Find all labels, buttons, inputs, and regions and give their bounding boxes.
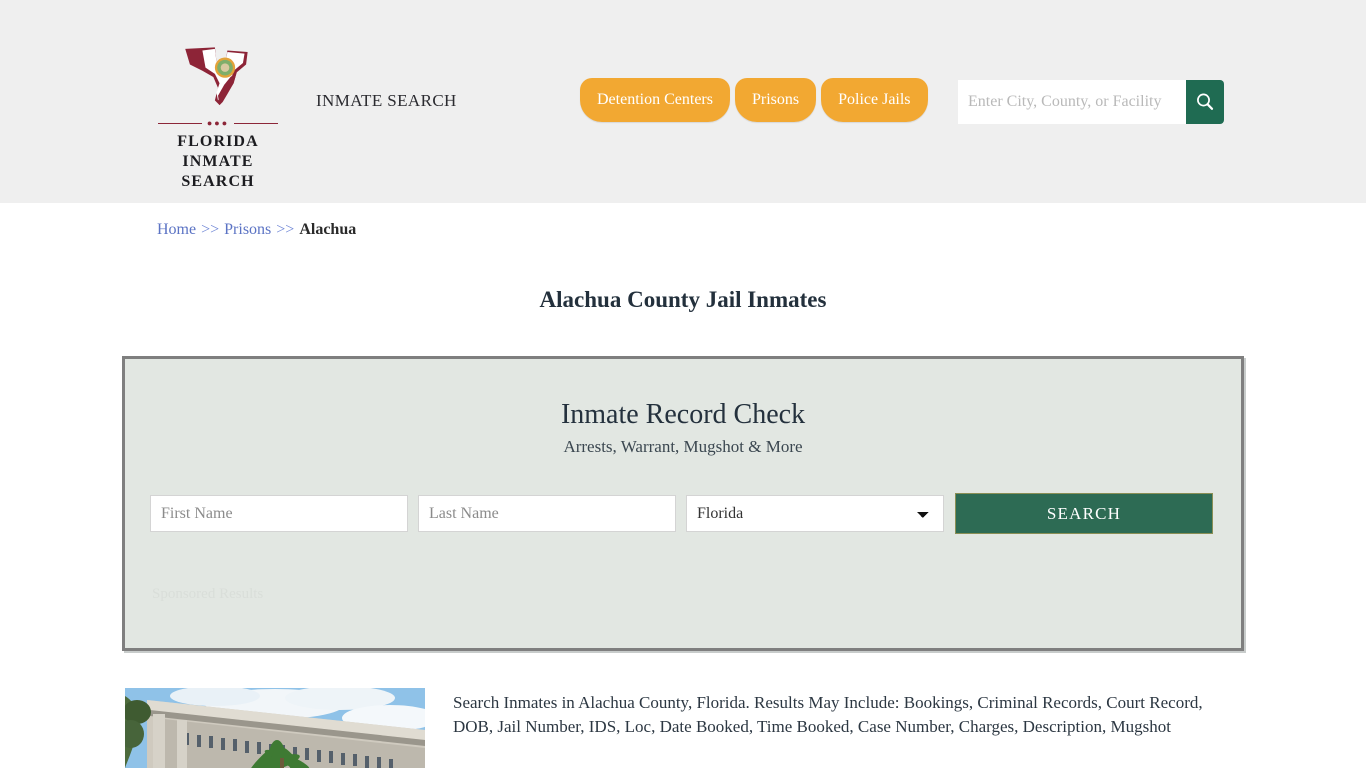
state-select[interactable]: Florida bbox=[686, 495, 944, 532]
header-tagline: INMATE SEARCH bbox=[316, 91, 457, 110]
site-logo[interactable]: ●●● FLORIDA INMATE SEARCH bbox=[148, 38, 288, 192]
florida-state-map-icon bbox=[185, 47, 248, 106]
page-title: Alachua County Jail Inmates bbox=[539, 287, 827, 313]
breadcrumb: Home >> Prisons >> Alachua bbox=[157, 221, 356, 239]
inmate-record-check-panel: Inmate Record Check Arrests, Warrant, Mu… bbox=[122, 356, 1244, 651]
logo-divider: ●●● bbox=[158, 118, 278, 128]
jail-photo bbox=[125, 688, 425, 768]
breadcrumb-separator-1: >> bbox=[201, 221, 220, 238]
sponsored-results-label: Sponsored Results bbox=[152, 586, 264, 602]
site-header: ●●● FLORIDA INMATE SEARCH INMATE SEARCH … bbox=[0, 0, 1366, 203]
nav-tab-prisons[interactable]: Prisons bbox=[734, 78, 817, 122]
header-search-button[interactable] bbox=[1186, 80, 1224, 124]
record-check-subtitle: Arrests, Warrant, Mugshot & More bbox=[563, 437, 803, 456]
search-icon bbox=[1197, 93, 1214, 110]
header-search-bar bbox=[958, 80, 1224, 124]
nav-tab-detention-centers[interactable]: Detention Centers bbox=[580, 78, 730, 122]
record-check-title: Inmate Record Check bbox=[560, 399, 806, 430]
jail-building-image bbox=[125, 688, 425, 768]
header-search-input[interactable] bbox=[958, 80, 1186, 124]
record-check-search-button[interactable]: SEARCH bbox=[955, 493, 1213, 534]
facility-description: Search Inmates in Alachua County, Florid… bbox=[453, 693, 1203, 736]
logo-line-2: INMATE SEARCH bbox=[181, 153, 255, 190]
first-name-input[interactable] bbox=[150, 495, 408, 532]
logo-line-1: FLORIDA bbox=[177, 133, 259, 150]
breadcrumb-link-prisons[interactable]: Prisons bbox=[224, 221, 271, 238]
logo-dots-icon: ●●● bbox=[206, 118, 230, 128]
breadcrumb-current: Alachua bbox=[299, 221, 357, 238]
breadcrumb-link-home[interactable]: Home bbox=[157, 221, 196, 238]
record-check-form: Florida SEARCH bbox=[125, 493, 1241, 534]
breadcrumb-separator-2: >> bbox=[276, 221, 295, 238]
last-name-input[interactable] bbox=[418, 495, 676, 532]
primary-navigation: Detention Centers Prisons Police Jails bbox=[580, 78, 933, 122]
nav-tab-police-jails[interactable]: Police Jails bbox=[821, 78, 928, 122]
